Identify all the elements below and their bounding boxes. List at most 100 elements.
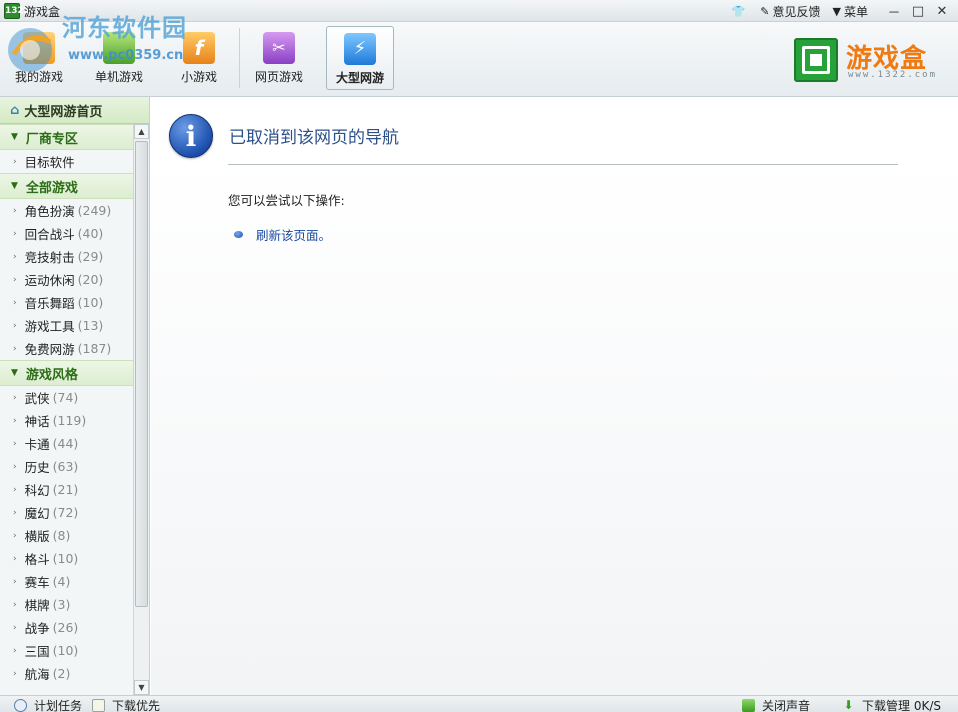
sidebar-section-header[interactable]: ▼ 全部游戏: [0, 173, 133, 199]
sidebar-item-label: 战争: [24, 621, 50, 636]
sidebar-item[interactable]: › 棋牌 (3): [0, 593, 133, 616]
sidebar-item-label: 回合战斗: [24, 227, 75, 242]
tab-label: 小游戏: [180, 70, 217, 84]
sidebar-item-label: 目标软件: [24, 155, 75, 170]
schedule-button[interactable]: 计划任务: [14, 697, 82, 712]
menu-button[interactable]: ▼ 菜单: [833, 3, 868, 20]
download-label: 下载管理 0K/S: [862, 699, 941, 712]
sidebar-item-count: (3): [52, 597, 71, 612]
sidebar-item-count: (2): [52, 666, 71, 681]
sidebar-item-label: 三国: [24, 644, 50, 659]
minimize-button[interactable]: －: [884, 2, 904, 21]
sidebar-item-count: (249): [77, 203, 112, 218]
sidebar-section-header[interactable]: ▼ 厂商专区: [0, 124, 133, 150]
scroll-up-icon[interactable]: ▲: [134, 124, 149, 139]
scroll-down-icon[interactable]: ▼: [134, 680, 149, 695]
mmo-games-icon: ⚡: [344, 33, 376, 65]
tab-mmo-games[interactable]: ⚡ 大型网游: [326, 26, 394, 90]
bullet-icon: [234, 231, 243, 238]
sidebar-item[interactable]: › 三国 (10): [0, 639, 133, 662]
sidebar-item-label: 竞技射击: [24, 250, 75, 265]
home-icon: ⌂: [10, 102, 20, 118]
sidebar-home[interactable]: ⌂ 大型网游首页: [0, 97, 149, 124]
sidebar-item[interactable]: › 横版 (8): [0, 524, 133, 547]
title-bar-controls: 👕 ✎ 意见反馈 ▼ 菜单 － □ ✕: [732, 0, 958, 22]
chevron-right-icon: ›: [13, 205, 17, 216]
sidebar-item-label: 神话: [24, 414, 50, 429]
chevron-right-icon: ›: [13, 297, 17, 308]
menu-dropdown-icon: ▼: [832, 4, 841, 18]
feedback-icon: ✎: [760, 4, 770, 18]
priority-button[interactable]: 下载优先: [92, 697, 160, 712]
sidebar-item[interactable]: › 武侠 (74): [0, 386, 133, 409]
mute-button[interactable]: 关闭声音: [742, 697, 810, 712]
sidebar-item[interactable]: › 魔幻 (72): [0, 501, 133, 524]
refresh-link[interactable]: 刷新该页面。: [256, 225, 331, 244]
maximize-button[interactable]: □: [908, 4, 928, 19]
speaker-icon: [742, 699, 755, 712]
shirt-icon: 👕: [731, 4, 746, 18]
sidebar-item-label: 武侠: [24, 391, 50, 406]
chevron-right-icon: ›: [13, 645, 17, 656]
sidebar-item-label: 音乐舞蹈: [24, 296, 75, 311]
sidebar-item-count: (21): [52, 482, 79, 497]
sidebar-item-label: 卡通: [24, 437, 50, 452]
chevron-right-icon: ›: [13, 156, 17, 167]
sidebar-item[interactable]: › 角色扮演 (249): [0, 199, 133, 222]
sidebar-item[interactable]: › 科幻 (21): [0, 478, 133, 501]
chevron-right-icon: ›: [13, 507, 17, 518]
sidebar-item[interactable]: › 回合战斗 (40): [0, 222, 133, 245]
sidebar-item[interactable]: › 音乐舞蹈 (10): [0, 291, 133, 314]
chevron-right-icon: ›: [13, 343, 17, 354]
sidebar-item[interactable]: › 航海 (2): [0, 662, 133, 685]
sidebar-item-count: (63): [52, 459, 79, 474]
chevron-right-icon: ›: [13, 320, 17, 331]
sidebar-scrollbar[interactable]: ▲ ▼: [133, 124, 149, 695]
sidebar-item-count: (4): [52, 574, 71, 589]
close-button[interactable]: ✕: [932, 4, 952, 19]
sidebar-item[interactable]: › 历史 (63): [0, 455, 133, 478]
chevron-right-icon: ›: [13, 553, 17, 564]
sidebar-section-header[interactable]: ▼ 游戏风格: [0, 360, 133, 386]
sidebar-item-count: (20): [77, 272, 104, 287]
watermark-text: 河东软件园: [62, 13, 187, 42]
sidebar-item-count: (72): [52, 505, 79, 520]
sidebar-item-label: 运动休闲: [24, 273, 75, 288]
scrollbar-thumb[interactable]: [135, 141, 148, 607]
chevron-right-icon: ›: [13, 530, 17, 541]
download-manager-button[interactable]: ⬇ 下载管理 0K/S: [842, 697, 941, 712]
flash-icon: f: [183, 32, 215, 64]
sidebar-item-label: 魔幻: [24, 506, 50, 521]
skin-button[interactable]: 👕: [732, 5, 749, 18]
collapse-triangle-icon: ▼: [11, 368, 18, 378]
sidebar-item-count: (44): [52, 436, 79, 451]
sidebar-item[interactable]: › 游戏工具 (13): [0, 314, 133, 337]
sidebar-item-count: (10): [77, 295, 104, 310]
sidebar-item[interactable]: › 目标软件: [0, 150, 133, 173]
sidebar-item-count: (13): [77, 318, 104, 333]
mute-label: 关闭声音: [762, 699, 811, 712]
feedback-button[interactable]: ✎ 意见反馈: [760, 3, 820, 20]
sidebar-item[interactable]: › 卡通 (44): [0, 432, 133, 455]
brand-logo: 游戏盒 www.1322.com: [794, 36, 944, 86]
sidebar-item[interactable]: › 竞技射击 (29): [0, 245, 133, 268]
sidebar-item[interactable]: › 格斗 (10): [0, 547, 133, 570]
sidebar-item[interactable]: › 神话 (119): [0, 409, 133, 432]
sidebar-item[interactable]: › 运动休闲 (20): [0, 268, 133, 291]
sidebar-item-count: (187): [77, 341, 112, 356]
chevron-right-icon: ›: [13, 461, 17, 472]
info-icon: i: [169, 114, 213, 158]
clock-icon: [14, 699, 27, 712]
chevron-right-icon: ›: [13, 576, 17, 587]
watermark-url: www.pc0359.cn: [68, 48, 184, 63]
sidebar-item-label: 格斗: [24, 552, 50, 567]
chevron-right-icon: ›: [13, 274, 17, 285]
page-title: 已取消到该网页的导航: [229, 128, 399, 148]
sidebar-item[interactable]: › 赛车 (4): [0, 570, 133, 593]
sidebar-item[interactable]: › 战争 (26): [0, 616, 133, 639]
menu-label: 菜单: [843, 4, 868, 19]
sidebar-item[interactable]: › 免费网游 (187): [0, 337, 133, 360]
tab-web-games[interactable]: ✂ 网页游戏: [244, 26, 314, 90]
toolbar-separator: [239, 28, 240, 88]
sidebar-item-label: 赛车: [24, 575, 50, 590]
